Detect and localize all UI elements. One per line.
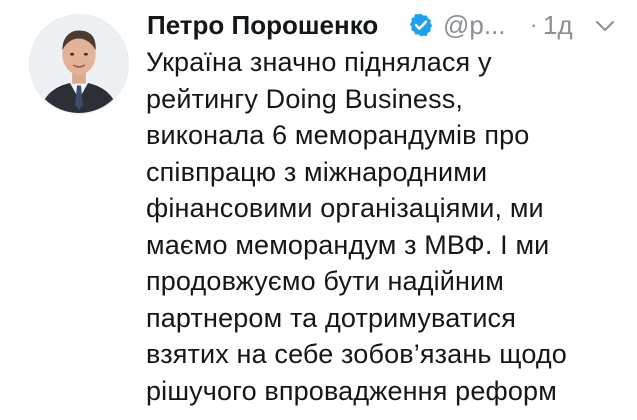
tweet-text-line: рішучого впровадження реформ <box>146 375 557 406</box>
verified-badge-icon <box>408 12 434 38</box>
tweet-text-line: партнером та дотримуватися <box>146 302 516 333</box>
tweet-text-line: продовжуємо бути надійним <box>146 266 504 296</box>
tweet-text-line: співпрацю з міжнародними <box>146 156 488 187</box>
tweet-text-line: маємо меморандум з МВФ. І ми <box>146 229 550 260</box>
tweet-text-line: Україна значно піднялася у <box>146 47 492 77</box>
tweet-text-line: взятих на себе зобов’язань щодо <box>146 339 567 369</box>
tweet-text-line: виконала 6 меморандумів про <box>146 120 530 150</box>
timestamp[interactable]: 1д <box>543 10 573 40</box>
tweet-text-line: рейтингу Doing Business, <box>146 83 464 114</box>
tweet-header: Петро Порошенко @р... · 1д <box>147 8 627 44</box>
tweet-text-line: фінансовими організаціями, ми <box>146 193 544 223</box>
separator-dot: · <box>530 12 538 37</box>
avatar-photo <box>30 15 128 113</box>
author-name[interactable]: Петро Порошенко <box>147 10 378 40</box>
tweet-text: Україна значно піднялася у рейтингу Doin… <box>146 44 626 409</box>
tweet-card: Петро Порошенко @р... · 1д Україна значн… <box>0 0 637 420</box>
chevron-down-icon[interactable] <box>593 14 617 38</box>
avatar[interactable] <box>29 14 129 114</box>
author-handle[interactable]: @р... <box>443 10 506 40</box>
